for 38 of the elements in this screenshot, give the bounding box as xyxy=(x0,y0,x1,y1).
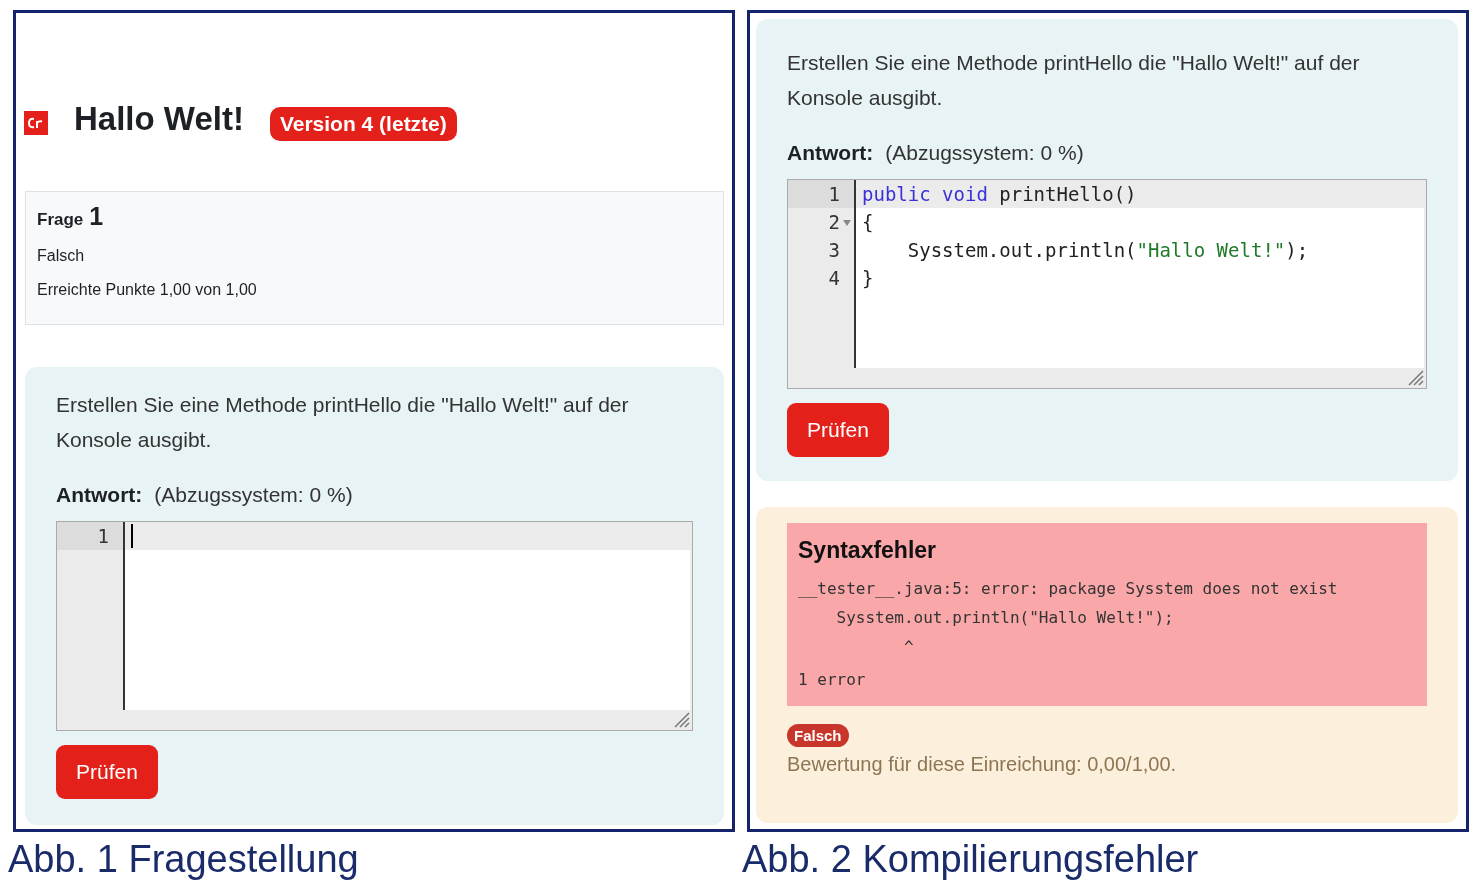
code-editor[interactable]: 1 xyxy=(56,521,693,731)
code-line: } xyxy=(862,267,874,289)
question-text: Erstellen Sie eine Methode printHello die "Hallo Welt!" auf der Konsole ausgibt. xyxy=(56,392,630,453)
page-title: Hallo Welt! xyxy=(74,100,244,138)
compiler-output-line: ^ xyxy=(902,636,915,658)
points-text: Erreichte Punkte 1,00 von 1,00 xyxy=(37,281,258,299)
fold-icon[interactable] xyxy=(843,220,851,226)
question-type-icon xyxy=(24,111,48,135)
compiler-output-line: Sysstem.out.println("Hallo Welt!"); xyxy=(835,607,1175,629)
resize-handle-icon[interactable] xyxy=(672,710,690,728)
check-button[interactable]: Prüfen xyxy=(56,745,158,799)
answer-note: (Abzugssystem: 0 %) xyxy=(154,483,353,507)
answer-note: (Abzugssystem: 0 %) xyxy=(885,141,1084,165)
figure-caption: Abb. 2 Kompilierungsfehler xyxy=(742,838,1200,881)
line-number: 2 xyxy=(828,211,840,233)
answer-label: Antwort: xyxy=(56,483,143,507)
line-number: 1 xyxy=(828,183,840,205)
figure-caption: Abb. 1 Fragestellung xyxy=(8,838,360,881)
question-label: Frage xyxy=(37,210,84,230)
version-badge: Version 4 (letzte) xyxy=(269,107,457,141)
line-number: 3 xyxy=(828,239,840,261)
check-button[interactable]: Prüfen xyxy=(787,403,889,457)
code-line: Sysstem.out.println("Hallo Welt!"); xyxy=(906,239,1309,261)
grade-text: Bewertung für diese Einreichung: 0,00/1,00. xyxy=(787,753,1178,776)
question-text: Erstellen Sie eine Methode printHello die "Hallo Welt!" auf der Konsole ausgibt. xyxy=(787,50,1361,111)
compiler-output-line: __tester__.java:5: error: package Sysstem does not exist xyxy=(798,578,1339,600)
resize-handle-icon[interactable] xyxy=(1406,368,1424,386)
question-number: 1 xyxy=(89,202,104,231)
line-number: 4 xyxy=(828,267,840,289)
code-editor[interactable]: 1 2 3 4 public void printHello() { Sysstem.out.println("Hallo Welt!"); } xyxy=(787,179,1427,389)
compiler-output-line: 1 error xyxy=(798,669,867,691)
code-line: { xyxy=(862,211,874,233)
result-badge: Falsch xyxy=(787,724,849,747)
code-line: public void printHello() xyxy=(862,183,1137,205)
question-status: Falsch xyxy=(37,247,86,265)
line-number: 1 xyxy=(97,525,109,547)
answer-label: Antwort: xyxy=(787,141,874,165)
error-title: Syntaxfehler xyxy=(798,537,938,564)
